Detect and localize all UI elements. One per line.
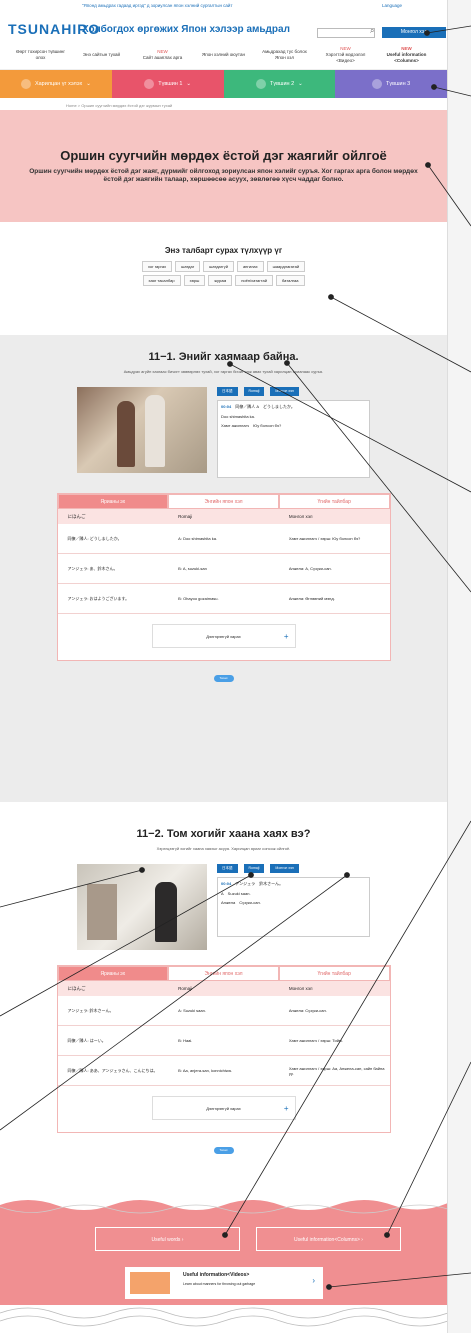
lesson-description: Амьдрах агуйн хаягаас бичигт зөөвөрлөх т… [123, 369, 324, 374]
dialogue-row: 同僚／隣人: ああ、アンジェラさん、こんにちは。 B: Aa, anjera-sa… [57, 1056, 390, 1086]
tab-plain-japanese[interactable]: Энгийн япон хэл [168, 966, 279, 981]
tab-dialogue[interactable]: Ярианы эх [57, 494, 169, 509]
plus-icon: + [283, 632, 289, 641]
video-figure [117, 401, 135, 467]
tweet-button[interactable]: Tweet [213, 1147, 234, 1154]
tab-level-1[interactable]: Түвшин 1 ⌄ [111, 70, 224, 98]
dialogue-row: アンジェラ: あ、鈴木さん。 B: A, suzuki-san Анжела: А,… [57, 554, 390, 584]
language-button[interactable]: Монгол хэл [382, 27, 446, 38]
tab-dialogue[interactable]: Ярианы эх [57, 966, 169, 981]
script-romaji-button[interactable]: Romaji [243, 864, 265, 873]
keywords-section: Энэ талбарт сурах түлхүүр үг хог гаргах … [0, 222, 447, 335]
show-more-button[interactable]: Дэлгэрэнгүй харах + [151, 624, 296, 648]
star-icon [256, 79, 266, 89]
keyword-chips: хог гаргах шатдаг шатдаггүй ангилах шаар… [129, 261, 319, 286]
keyword-chip[interactable]: хөрш [183, 275, 206, 286]
breadcrumb[interactable]: Home > Оршин суугчийн мөрдөх ёстой дэг ж… [0, 98, 447, 110]
page: TSUNAHIRO “Японд амьдрах гадаад иргэд” д… [0, 0, 448, 1333]
plus-icon: + [283, 1104, 289, 1113]
chat-icon [20, 79, 31, 89]
tab-glossary[interactable]: Үгийн тайлбар [278, 494, 390, 509]
script-japanese-button[interactable]: 日本語 [217, 387, 238, 396]
dialogue-header: にほんご Romaji Монгол хэл [57, 509, 390, 524]
keyword-chip[interactable]: шатдаг [175, 261, 201, 272]
nav-item-about[interactable]: Энэ сайтын тухай [76, 52, 128, 58]
tab-glossary[interactable]: Үгийн тайлбар [278, 966, 390, 981]
keyword-chip[interactable]: ангилах [236, 261, 264, 272]
nav-item-level-check[interactable]: Өөрт тохирсон түвшинг олох [15, 49, 67, 61]
level-tabs: Харилцан үг хэлэх ⌄ Түвшин 1 ⌄ Түвшин 2 … [0, 70, 447, 98]
keyword-chip[interactable]: ноён/хатагтай [235, 275, 273, 286]
videos-card-title: Useful information<Videos> [183, 1272, 250, 1278]
script-panel: 日本語 Romaji Монгол хэл 00:04 同僚／隣人 A どうしました… [217, 387, 370, 478]
keyword-chip[interactable]: шаардлагатай [266, 261, 306, 272]
video-figure [155, 882, 177, 942]
nav-item-student[interactable]: Япон хэлний оюутан [198, 52, 250, 58]
lesson-title: 11−1. Энийг хаямаар байна. [148, 351, 299, 363]
page-subtitle: Оршин суугчийн мөрдөх ёстой дэг жаяг, дү… [29, 168, 418, 183]
lesson-title: 11−2. Том хогийг хаана хаях вэ? [136, 828, 311, 840]
search-input[interactable] [317, 28, 375, 38]
keywords-title: Энэ талбарт сурах түлхүүр үг [164, 246, 283, 255]
site-header: TSUNAHIRO “Японд амьдрах гадаад иргэд” д… [0, 0, 447, 40]
show-more-button[interactable]: Дэлгэрэнгүй харах + [151, 1096, 296, 1120]
dialogue-row: 同僚／隣人: はーい。 B: Haai. Хамт ажиллагч / хөрш:… [57, 1026, 390, 1056]
script-box: 00:04 同僚／隣人 A どうしましたか。 Doo shimashita ka. … [217, 400, 370, 478]
keyword-chip[interactable]: хаяг тасалбар [142, 275, 181, 286]
dialogue-row: 同僚／隣人: どうしましたか。 A: Doo shimashita ka. Хамт… [57, 524, 390, 554]
lesson-description: Хэрэгцээгүй хогийг хаана хаяхыг асууя. Х… [156, 846, 291, 851]
video-figure [87, 884, 117, 940]
star-icon [144, 79, 155, 89]
page-title: Оршин суугчийн мөрдөх ёстой дэг жаягийг … [60, 148, 387, 163]
site-title[interactable]: Холбогдох өргөжих Япон хэлээр амьдрал [82, 24, 290, 35]
lesson-video[interactable] [77, 387, 207, 473]
search-icon[interactable]: ⌕ [370, 26, 374, 36]
main-nav: Өөрт тохирсон түвшинг олох Энэ сайтын ту… [0, 40, 447, 70]
hero-banner: Оршин суугчийн мөрдөх ёстой дэг жаягийг … [0, 110, 447, 222]
keyword-chip[interactable]: баталгаа [275, 275, 305, 286]
videos-card-subtitle: Learn about manners for throwing out gar… [183, 1282, 256, 1286]
script-mongolian-button[interactable]: Монгол хэл [270, 864, 299, 873]
site-caption: “Японд амьдрах гадаад иргэд” д зориулсан… [82, 3, 233, 8]
nav-item-videos[interactable]: NEW Хэрэгтэй мэдээлэл <Видео> [320, 46, 372, 64]
useful-columns-button[interactable]: Useful information<Columns> › [256, 1227, 401, 1251]
dialogue-panel: Ярианы эх Энгийн япон хэл Үгийн тайлбар … [56, 493, 391, 661]
star-icon [372, 79, 383, 89]
script-romaji-button[interactable]: Romaji [243, 387, 265, 396]
lesson-section-2: 11−2. Том хогийг хаана хаях вэ? Хэрэгцээ… [0, 802, 447, 1197]
useful-words-button[interactable]: Useful words › [95, 1227, 240, 1251]
script-panel: 日本語 Romaji Монгол хэл 00:04 アンジェラ 鈴木さーん。 A… [217, 864, 370, 950]
nav-item-how-to-use[interactable]: NEW Сайт ашиглах арга [137, 49, 189, 61]
wave-divider [0, 1195, 447, 1214]
script-box: 00:04 アンジェラ 鈴木さーん。 A Suzuki saan. Анжела Сүз… [217, 877, 370, 937]
nav-item-living-japanese[interactable]: Амьдрахад тус болох Япон хэл [259, 49, 311, 61]
dialogue-row: アンジェラ: 鈴木さーん。 A: Suzuki saan. Анжела: Сүзү… [57, 996, 390, 1026]
keyword-chip[interactable]: шатдаггүй [203, 261, 234, 272]
dialogue-panel: Ярианы эх Энгийн япон хэл Үгийн тайлбар … [56, 965, 391, 1133]
nav-item-columns[interactable]: NEW Useful information <Columns> [381, 46, 433, 64]
dialogue-header: にほんご Romaji Монгол хэл [57, 981, 390, 996]
script-japanese-button[interactable]: 日本語 [217, 864, 238, 873]
tab-conversation[interactable]: Харилцан үг хэлэх ⌄ [0, 70, 112, 98]
keyword-chip[interactable]: журам [208, 275, 233, 286]
dialogue-row: アンジェラ: おはようございます。 B: Ohayoo gozaimasu. Анж… [57, 584, 390, 614]
useful-videos-card[interactable]: Useful information<Videos> Learn about m… [125, 1267, 323, 1299]
tab-level-2[interactable]: Түвшин 2 ⌄ [223, 70, 336, 98]
tab-level-3[interactable]: Түвшин 3 [335, 70, 447, 98]
video-figure [145, 395, 165, 467]
script-mongolian-button[interactable]: Монгол хэл [270, 387, 299, 396]
lesson-section-1: 11−1. Энийг хаямаар байна. Амьдрах агуйн… [0, 335, 447, 802]
tab-plain-japanese[interactable]: Энгийн япон хэл [168, 494, 279, 509]
wave-divider [0, 1305, 447, 1333]
language-link[interactable]: Language [382, 3, 402, 8]
chevron-right-icon: › [312, 1276, 315, 1285]
keyword-chip[interactable]: хог гаргах [141, 261, 173, 272]
tweet-button[interactable]: Tweet [213, 675, 234, 682]
lesson-video[interactable] [77, 864, 207, 950]
video-thumbnail [130, 1272, 170, 1294]
